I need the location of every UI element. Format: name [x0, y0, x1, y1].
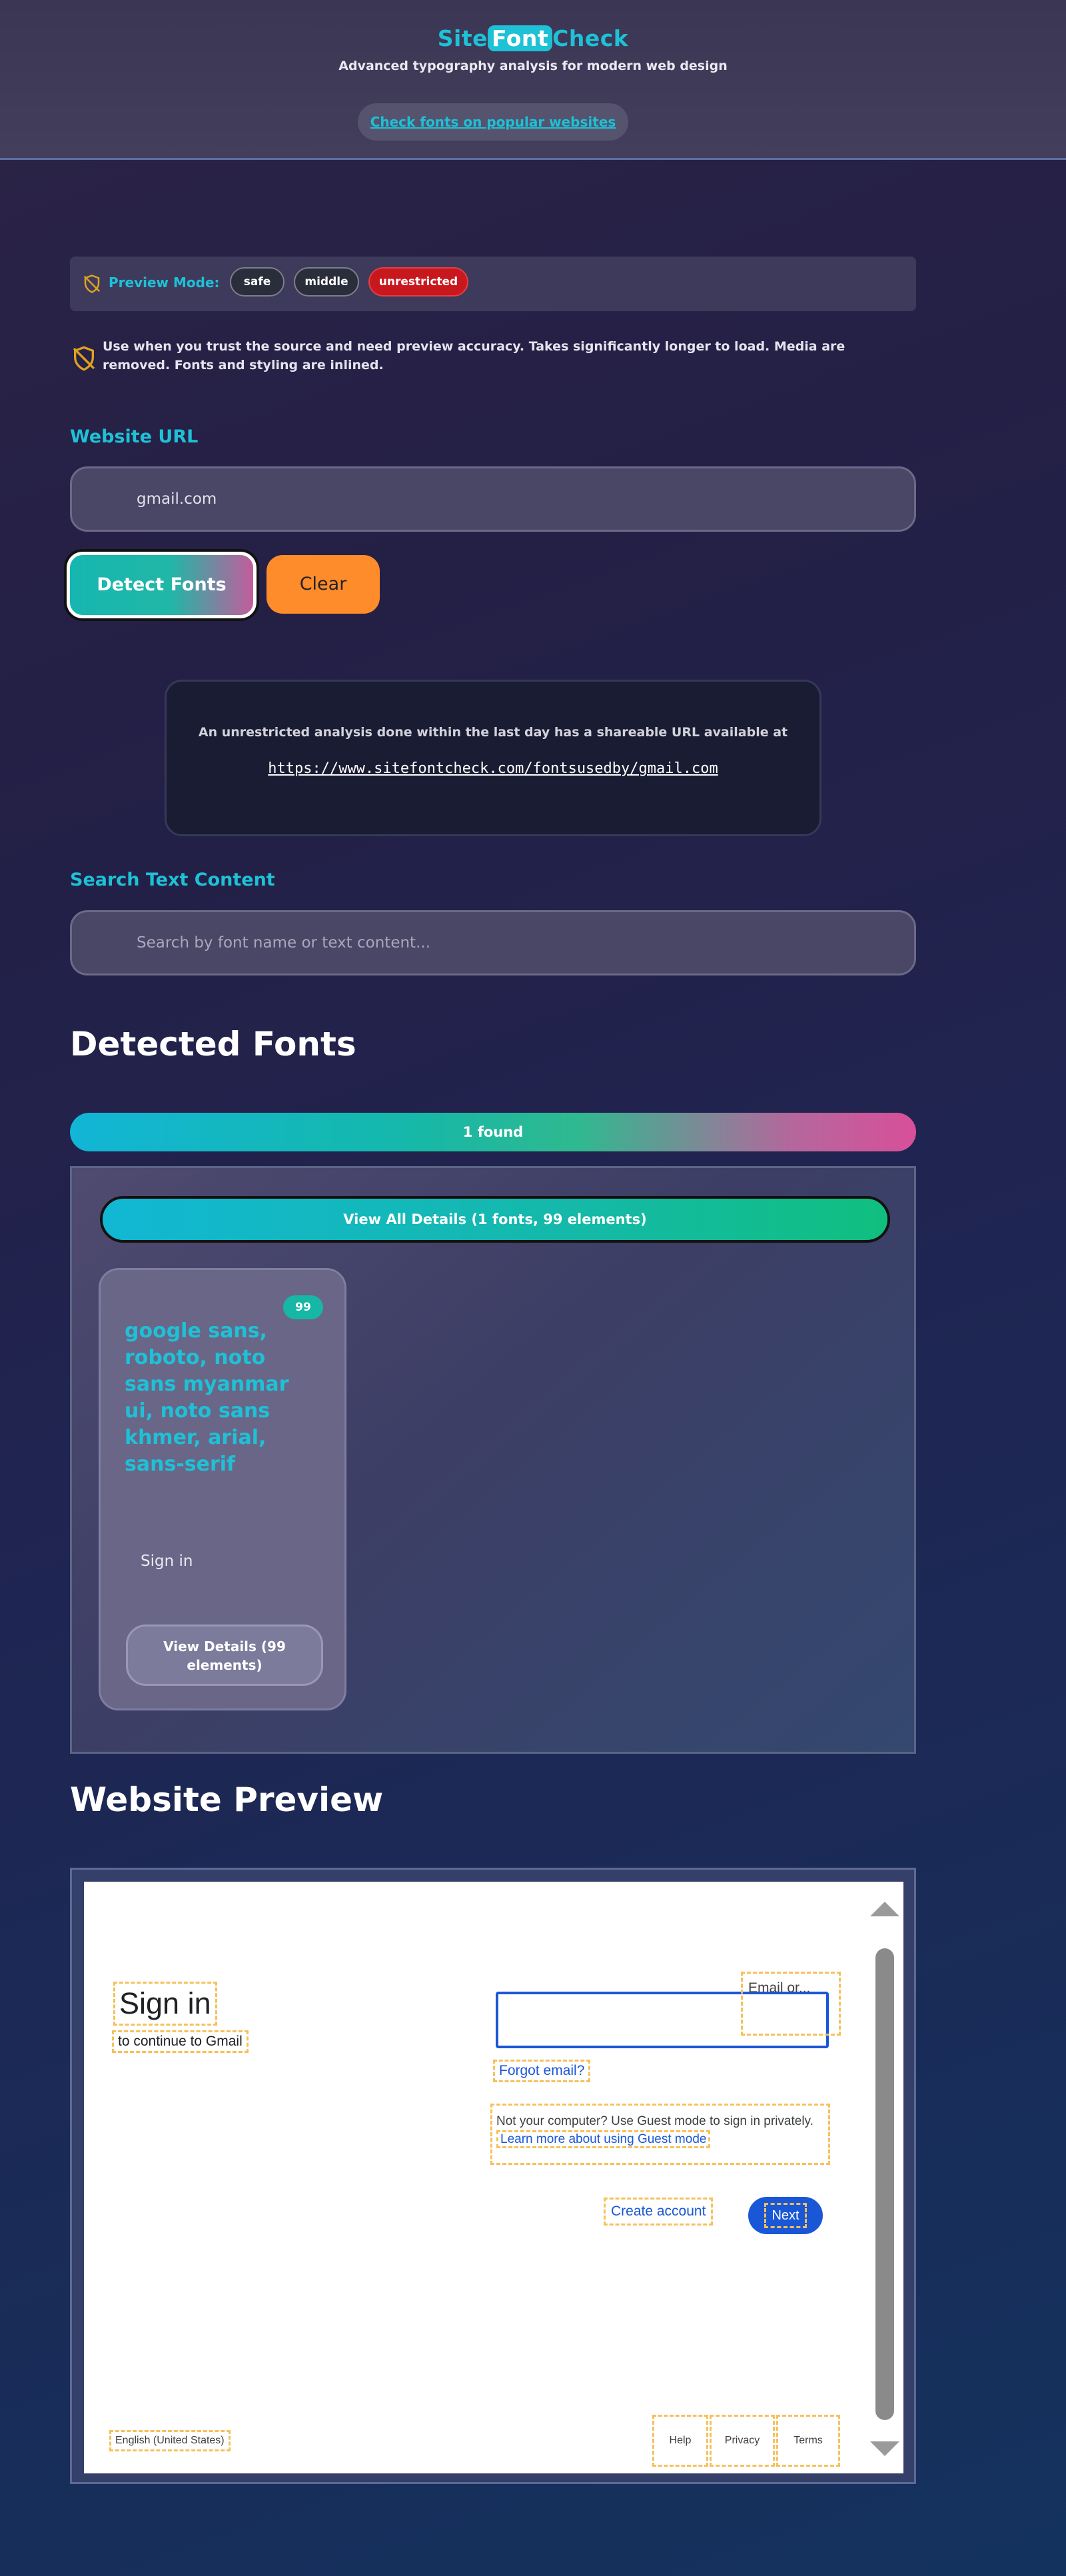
font-card[interactable]: 99 google sans, roboto, noto sans myanma…: [99, 1268, 346, 1710]
popular-websites-link[interactable]: Check fonts on popular websites: [358, 103, 628, 141]
preview-scrollbar[interactable]: [863, 1895, 903, 2461]
preview-signin-subtitle: to continue to Gmail: [112, 2030, 249, 2053]
view-details-button[interactable]: View Details (99 elements): [126, 1624, 323, 1686]
website-url-input[interactable]: gmail.com: [70, 466, 916, 532]
website-preview-heading: Website Preview: [70, 1780, 384, 1819]
shareable-url-text: An unrestricted analysis done within the…: [198, 725, 788, 740]
site-logo[interactable]: Site Font Check: [0, 25, 1066, 51]
view-all-details-button[interactable]: View All Details (1 fonts, 99 elements): [100, 1196, 890, 1243]
brand-prefix: Site: [437, 25, 488, 51]
preview-footer-privacy[interactable]: Privacy: [710, 2415, 775, 2467]
site-tagline: Advanced typography analysis for modern …: [338, 59, 728, 73]
detect-fonts-button[interactable]: Detect Fonts: [64, 549, 259, 621]
preview-create-account-link[interactable]: Create account: [604, 2198, 714, 2226]
scroll-down-arrow-icon[interactable]: [870, 2441, 899, 2456]
preview-mode-bar: Preview Mode: safe middle unrestricted: [70, 257, 916, 311]
preview-mode-label: Preview Mode:: [109, 275, 220, 291]
preview-guest-mode-text: Not your computer? Use Guest mode to sig…: [490, 2104, 830, 2165]
preview-forgot-email-link[interactable]: Forgot email?: [493, 2060, 591, 2082]
mode-option-middle[interactable]: middle: [294, 267, 359, 297]
preview-guest-mode-link[interactable]: Learn more about using Guest mode: [496, 2130, 711, 2148]
site-header: Site Font Check Advanced typography analys…: [0, 0, 1066, 160]
detected-fonts-panel: View All Details (1 fonts, 99 elements) …: [70, 1166, 916, 1754]
search-input[interactable]: Search by font name or text content...: [70, 910, 916, 975]
preview-language-selector[interactable]: English (United States): [109, 2430, 231, 2451]
preview-guest-text: Not your computer? Use Guest mode to sig…: [496, 2114, 813, 2128]
preview-email-label: Email or...: [741, 1972, 841, 2036]
website-preview-content[interactable]: Sign in to continue to Gmail Email or...…: [84, 1882, 903, 2473]
preview-footer-terms[interactable]: Terms: [776, 2415, 840, 2467]
scroll-up-arrow-icon[interactable]: [870, 1902, 899, 1916]
clear-button[interactable]: Clear: [266, 555, 380, 614]
website-preview-frame: Sign in to continue to Gmail Email or...…: [70, 1868, 916, 2484]
shield-off-icon: [73, 346, 95, 371]
preview-mode-description: Use when you trust the source and need p…: [103, 339, 845, 372]
brand-middle: Font: [487, 25, 553, 51]
website-url-label: Website URL: [70, 426, 199, 447]
preview-next-label: Next: [764, 2203, 807, 2228]
scrollbar-thumb[interactable]: [875, 1948, 894, 2420]
search-text-label: Search Text Content: [70, 870, 275, 890]
preview-footer-help[interactable]: Help: [652, 2415, 708, 2467]
font-sample-text: Sign in: [141, 1553, 193, 1570]
shareable-url-link[interactable]: https://www.sitefontcheck.com/fontsusedb…: [167, 760, 819, 777]
element-count-badge: 99: [283, 1295, 323, 1319]
fonts-found-bar: 1 found: [70, 1113, 916, 1151]
shareable-url-box: An unrestricted analysis done within the…: [165, 680, 821, 836]
detected-fonts-heading: Detected Fonts: [70, 1025, 356, 1063]
font-family-name: google sans, roboto, noto sans myanmar u…: [125, 1319, 289, 1476]
preview-next-button[interactable]: Next: [748, 2197, 823, 2234]
brand-suffix: Check: [552, 25, 629, 51]
preview-signin-title: Sign in: [113, 1982, 217, 2026]
shield-off-icon: [83, 275, 101, 293]
mode-option-safe[interactable]: safe: [230, 267, 284, 297]
mode-option-unrestricted[interactable]: unrestricted: [368, 267, 468, 297]
